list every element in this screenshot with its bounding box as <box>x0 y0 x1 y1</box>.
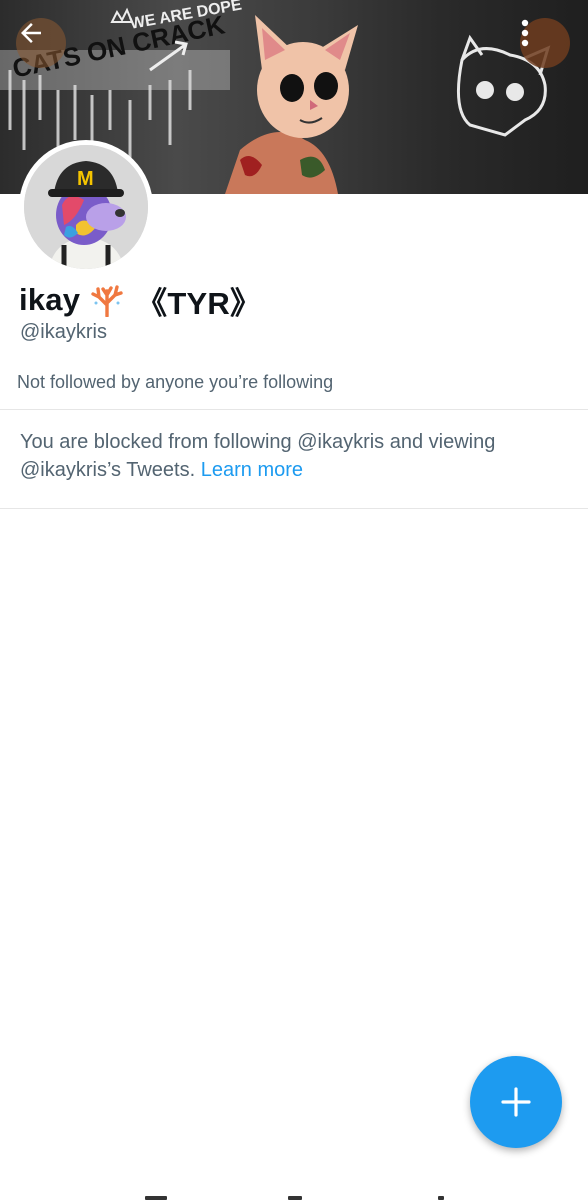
mutual-followers-note: Not followed by anyone you’re following <box>17 372 334 392</box>
hat-logo: M <box>77 168 94 190</box>
back-button[interactable] <box>16 18 66 68</box>
compose-tweet-button[interactable] <box>470 1056 562 1148</box>
display-name-suffix: 《TYR》 <box>136 285 262 321</box>
nav-bar-edge <box>288 1196 302 1200</box>
learn-more-link[interactable]: Learn more <box>201 459 303 481</box>
avatar[interactable]: M <box>19 140 153 274</box>
nav-bar-edge <box>145 1196 167 1200</box>
display-name: ikay 《TYR》 <box>19 280 262 321</box>
divider <box>0 508 588 509</box>
avatar-image: M <box>24 145 148 269</box>
arrow-left-icon <box>21 23 41 43</box>
profile-handle: @ikaykris <box>20 321 107 343</box>
divider <box>0 409 588 410</box>
more-vertical-icon <box>521 19 529 47</box>
nav-bar-edge <box>438 1196 444 1200</box>
blocked-notice: You are blocked from following @ikaykris… <box>20 428 560 484</box>
avatar-artwork: M <box>24 145 148 269</box>
coral-emoji-icon <box>90 283 124 318</box>
more-options-button[interactable] <box>520 18 570 68</box>
display-name-text: ikay <box>19 282 81 317</box>
plus-icon <box>501 1087 531 1117</box>
